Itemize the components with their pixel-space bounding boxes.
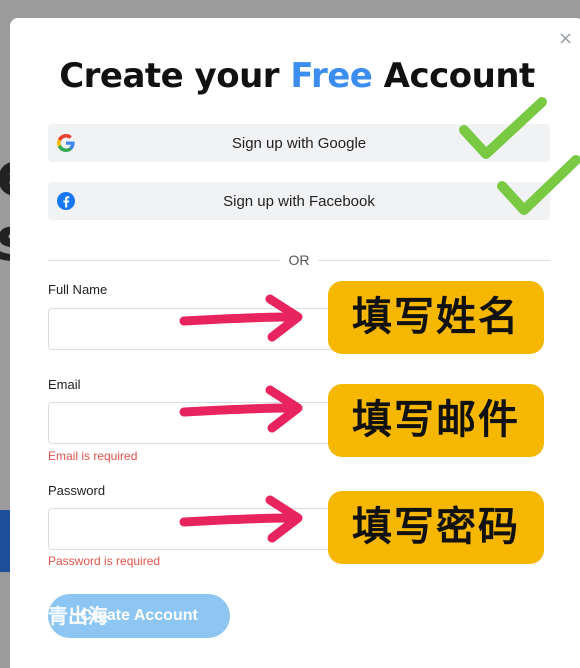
dialog-title: Create your Free Account xyxy=(10,56,580,96)
watermark: 青出海 xyxy=(48,604,108,628)
arrow-icon xyxy=(179,294,303,342)
facebook-signup-label: Sign up with Facebook xyxy=(223,193,375,210)
title-highlight: Free xyxy=(290,56,373,96)
full-name-label: Full Name xyxy=(48,282,108,297)
email-label: Email xyxy=(48,377,81,392)
password-annotation: 填写密码 xyxy=(328,491,544,564)
title-text: Create your xyxy=(59,56,291,96)
arrow-icon xyxy=(179,385,303,433)
name-annotation: 填写姓名 xyxy=(328,281,544,354)
checkmark-icon xyxy=(497,155,580,215)
close-icon[interactable]: × xyxy=(558,30,573,48)
email-annotation: 填写邮件 xyxy=(328,384,544,457)
arrow-icon xyxy=(179,495,303,543)
or-text: OR xyxy=(288,252,310,268)
password-label: Password xyxy=(48,483,106,498)
password-error: Password is required xyxy=(48,554,161,568)
or-divider: OR xyxy=(48,251,550,271)
email-error: Email is required xyxy=(48,449,138,463)
title-text-end: Account xyxy=(372,56,536,96)
facebook-signup-button[interactable]: Sign up with Facebook xyxy=(48,182,550,220)
